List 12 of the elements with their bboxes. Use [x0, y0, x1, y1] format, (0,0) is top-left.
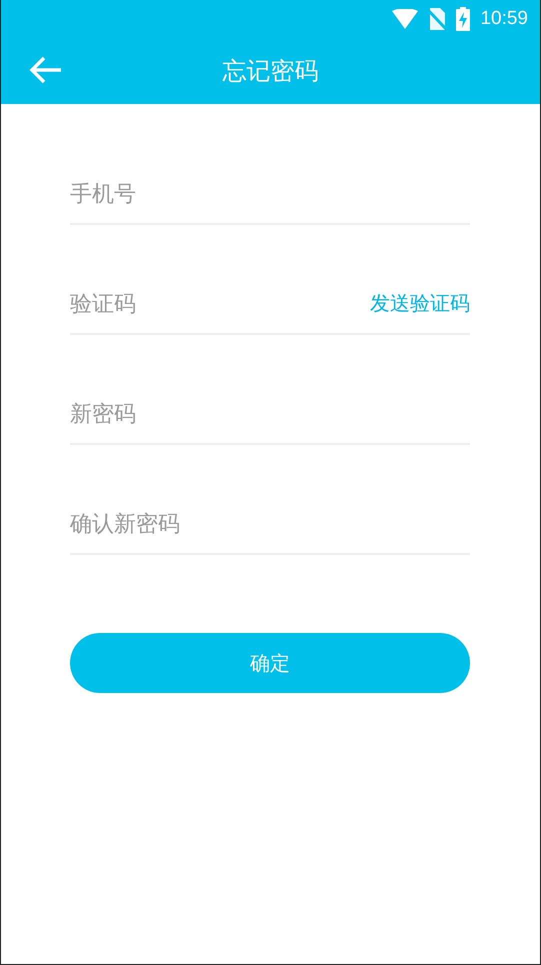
input-field[interactable]: 手机号 — [70, 182, 470, 207]
confirm-button[interactable]: 确定 — [70, 633, 470, 693]
page-title: 忘记密码 — [222, 56, 318, 87]
battery-charging-icon — [456, 7, 470, 31]
wifi-icon — [392, 9, 418, 29]
input-field[interactable]: 验证码 — [70, 292, 370, 317]
status-time: 10:59 — [480, 8, 528, 30]
no-sim-icon — [428, 8, 446, 30]
back-button[interactable] — [29, 56, 63, 84]
send-code-button[interactable]: 发送验证码 — [370, 290, 470, 317]
input-field[interactable]: 确认新密码 — [70, 512, 470, 537]
input-field[interactable]: 新密码 — [70, 402, 470, 427]
